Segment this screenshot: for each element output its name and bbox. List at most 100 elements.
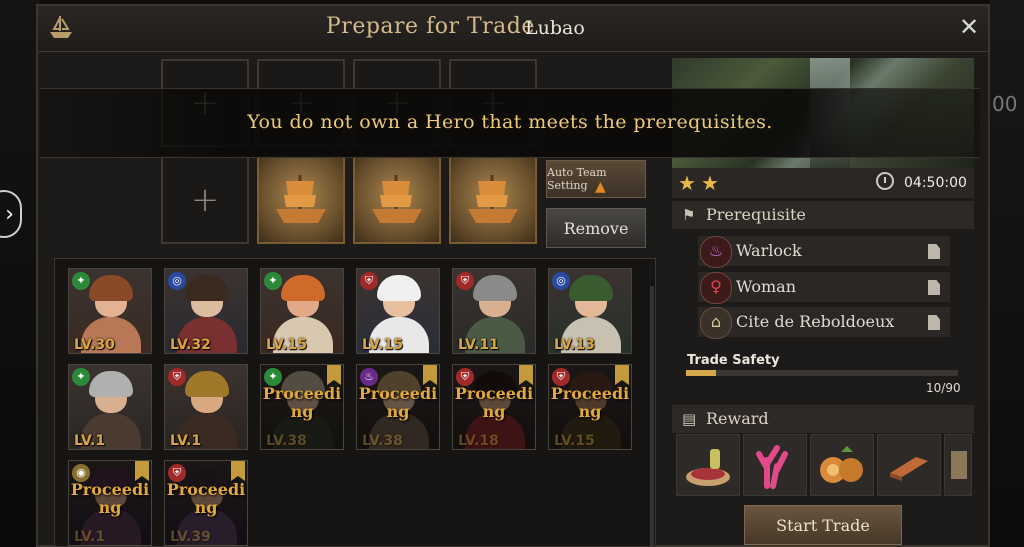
reward-header: ▤ Reward bbox=[672, 405, 974, 433]
hero-card[interactable]: ✦ LV.1 bbox=[68, 364, 152, 450]
hero-card[interactable]: ✦ LV.30 bbox=[68, 268, 152, 354]
hero-card[interactable]: ◎ LV.32 bbox=[164, 268, 248, 354]
ship-icon bbox=[468, 175, 518, 223]
remove-button[interactable]: Remove bbox=[546, 208, 646, 248]
hero-level: LV.30 bbox=[74, 337, 115, 353]
hero-card[interactable]: ◎ LV.13 bbox=[548, 268, 632, 354]
ship-icon bbox=[276, 175, 326, 223]
hero-card-proceeding[interactable]: ⛨ LV.39 Proceeding bbox=[164, 460, 248, 546]
reward-item[interactable] bbox=[944, 434, 972, 496]
green-diamond-icon: ✦ bbox=[264, 272, 282, 290]
hero-card[interactable]: ⛨ LV.1 bbox=[164, 364, 248, 450]
ship-slot[interactable] bbox=[257, 156, 345, 244]
ship-logo-icon bbox=[46, 12, 76, 42]
ship-slot-empty[interactable]: + bbox=[161, 156, 249, 244]
hero-status: Proceeding bbox=[550, 384, 630, 421]
hero-level: LV.11 bbox=[458, 337, 499, 353]
hero-status: Proceeding bbox=[262, 384, 342, 421]
red-shield-icon: ⛨ bbox=[168, 368, 186, 386]
reward-item[interactable] bbox=[743, 434, 807, 496]
hero-card-proceeding[interactable]: ⛨ LV.15 Proceeding bbox=[548, 364, 632, 450]
prerequisite-city: ⌂ Cite de Reboldoeux bbox=[698, 307, 950, 339]
document-icon[interactable] bbox=[928, 280, 940, 295]
meat-basket-icon bbox=[686, 449, 730, 486]
red-shield-icon: ⛨ bbox=[456, 272, 474, 290]
hero-card-proceeding[interactable]: ✦ LV.38 Proceeding bbox=[260, 364, 344, 450]
hero-level: LV.1 bbox=[74, 529, 106, 545]
ship-slot[interactable] bbox=[353, 156, 441, 244]
trade-safety-fill bbox=[686, 370, 716, 376]
city-building-icon: ⌂ bbox=[700, 307, 732, 339]
hero-card-proceeding[interactable]: ⛨ LV.18 Proceeding bbox=[452, 364, 536, 450]
hero-status: Proceeding bbox=[358, 384, 438, 421]
star-icon: ★ bbox=[701, 171, 719, 195]
green-diamond-icon: ✦ bbox=[72, 272, 90, 290]
hero-card-proceeding[interactable]: ◉ LV.1 Proceeding bbox=[68, 460, 152, 546]
reward-title: Reward bbox=[706, 409, 769, 428]
add-icon: + bbox=[190, 180, 220, 220]
hero-status: Proceeding bbox=[454, 384, 534, 421]
hero-card[interactable]: ✦ LV.15 bbox=[260, 268, 344, 354]
hero-level: LV.18 bbox=[458, 433, 499, 449]
hero-level: LV.1 bbox=[74, 433, 106, 449]
ship-slot[interactable] bbox=[449, 156, 537, 244]
purple-flame-icon: ♨ bbox=[700, 236, 732, 268]
prerequisite-warlock: ♨ Warlock bbox=[698, 236, 950, 268]
city-name: Lubao bbox=[525, 17, 585, 39]
chevron-right-icon: › bbox=[5, 201, 14, 227]
prerequisite-label: Woman bbox=[736, 277, 797, 296]
background-text: 00 bbox=[992, 92, 1018, 116]
female-symbol-icon: ♀ bbox=[700, 272, 732, 304]
background-right bbox=[990, 0, 1024, 547]
close-icon: ✕ bbox=[958, 13, 980, 41]
coral-icon bbox=[756, 445, 788, 489]
document-icon[interactable] bbox=[928, 315, 940, 330]
trade-timer: 04:50:00 bbox=[904, 175, 967, 191]
fruit-icon bbox=[820, 446, 863, 483]
blue-swirl-icon: ◎ bbox=[168, 272, 186, 290]
reward-item[interactable] bbox=[877, 434, 941, 496]
map-icon bbox=[951, 451, 967, 479]
star-icon: ★ bbox=[678, 171, 696, 195]
hero-level: LV.1 bbox=[170, 433, 202, 449]
window-title: Prepare for Trade bbox=[326, 14, 535, 39]
green-diamond-icon: ✦ bbox=[72, 368, 90, 386]
hero-card[interactable]: ⛨ LV.15 bbox=[356, 268, 440, 354]
hero-card-proceeding[interactable]: ♨ LV.38 Proceeding bbox=[356, 364, 440, 450]
close-button[interactable]: ✕ bbox=[956, 14, 982, 40]
trade-safety-value: 10/90 bbox=[926, 381, 961, 395]
trade-safety-bar bbox=[686, 370, 958, 376]
hero-status: Proceeding bbox=[70, 480, 150, 517]
ingot-icon bbox=[890, 457, 928, 481]
hero-level: LV.39 bbox=[170, 529, 211, 545]
hero-list-scrollbar[interactable] bbox=[650, 286, 654, 546]
hero-level: LV.15 bbox=[266, 337, 307, 353]
document-icon[interactable] bbox=[928, 244, 940, 259]
hero-level: LV.38 bbox=[266, 433, 307, 449]
mouse-cursor-icon: ▲ bbox=[595, 179, 606, 195]
start-trade-button[interactable]: Start Trade bbox=[744, 505, 902, 545]
hero-level: LV.15 bbox=[362, 337, 403, 353]
hero-level: LV.15 bbox=[554, 433, 595, 449]
hero-status: Proceeding bbox=[166, 480, 246, 517]
background-left bbox=[0, 0, 40, 547]
prerequisite-label: Warlock bbox=[736, 241, 802, 260]
clock-icon bbox=[876, 172, 894, 190]
reward-icon: ▤ bbox=[682, 410, 697, 428]
hero-level: LV.13 bbox=[554, 337, 595, 353]
reward-item[interactable] bbox=[810, 434, 874, 496]
prerequisite-label: Cite de Reboldoeux bbox=[736, 312, 895, 331]
hero-level: LV.38 bbox=[362, 433, 403, 449]
prerequisite-woman: ♀ Woman bbox=[698, 272, 950, 304]
red-shield-icon: ⛨ bbox=[360, 272, 378, 290]
trade-safety-label: Trade Safety bbox=[687, 353, 780, 368]
prerequisite-title: Prerequisite bbox=[706, 205, 806, 224]
hero-card[interactable]: ⛨ LV.11 bbox=[452, 268, 536, 354]
hero-level: LV.32 bbox=[170, 337, 211, 353]
prerequisite-icon: ⚑ bbox=[682, 206, 696, 224]
reward-item[interactable] bbox=[676, 434, 740, 496]
blue-swirl-icon: ◎ bbox=[552, 272, 570, 290]
notice-message: You do not own a Hero that meets the pre… bbox=[247, 111, 773, 133]
ship-icon bbox=[372, 175, 422, 223]
prerequisite-header: ⚑ Prerequisite bbox=[672, 201, 974, 229]
